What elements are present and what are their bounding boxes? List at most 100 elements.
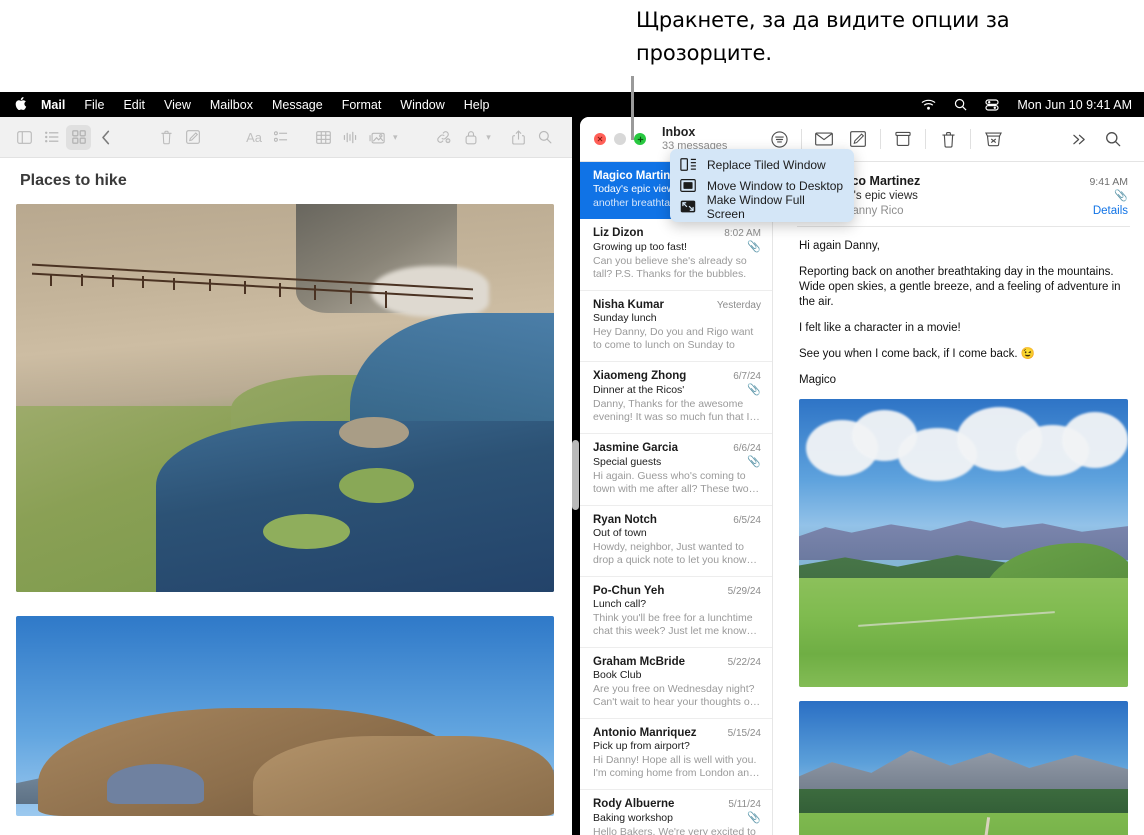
message-subject: Special guests (593, 456, 661, 468)
message-list-item[interactable]: Po-Chun Yeh 5/29/24 Lunch call? Think yo… (580, 577, 772, 648)
menubar-clock[interactable]: Mon Jun 10 9:41 AM (1017, 98, 1132, 112)
sidebar-icon[interactable] (12, 125, 37, 150)
message-sender: Jasmine Garcia (593, 442, 678, 454)
media-chevron-down-icon[interactable]: ▾ (393, 132, 398, 143)
message-date: 6/7/24 (733, 371, 761, 382)
menu-item-view[interactable]: View (164, 98, 191, 112)
replace-tiled-window-icon (680, 158, 698, 172)
details-link[interactable]: Details (1093, 205, 1128, 217)
link-icon[interactable] (431, 125, 456, 150)
menu-item-format[interactable]: Format (342, 98, 382, 112)
message-list-item[interactable]: Rody Albuerne 5/11/24 Baking workshop 📎 … (580, 790, 772, 835)
maximize-button[interactable] (634, 133, 646, 145)
trash-icon[interactable] (154, 125, 179, 150)
message-preview: Can you believe she's already so tall? P… (593, 255, 761, 281)
message-preview: Hi again. Guess who's coming to town wit… (593, 470, 761, 496)
menu-item-replace-tiled-window[interactable]: Replace Tiled Window (670, 154, 854, 175)
message-sender: Graham McBride (593, 656, 685, 668)
junk-icon[interactable] (976, 125, 1010, 153)
menu-item-message[interactable]: Message (272, 98, 323, 112)
window-resize-handle[interactable] (572, 440, 579, 510)
lock-chevron-down-icon[interactable]: ▾ (486, 132, 491, 143)
body-paragraph: See you when I come back, if I come back… (799, 347, 1130, 362)
attachment-icon: 📎 (1114, 189, 1128, 202)
message-subject: Book Club (593, 669, 641, 681)
menu-item-help[interactable]: Help (464, 98, 490, 112)
mail-main-area: Magico Martinez 9:41 AM Today's epic vie… (580, 162, 1144, 835)
search-icon[interactable] (954, 98, 967, 111)
format-text-icon[interactable]: Aa (242, 125, 267, 150)
message-body: Hi again Danny, Reporting back on anothe… (773, 227, 1144, 388)
body-paragraph: Magico (799, 373, 1130, 388)
compose-note-icon[interactable] (181, 125, 206, 150)
body-paragraph: Reporting back on another breathtaking d… (799, 265, 1130, 310)
search-icon[interactable] (533, 125, 558, 150)
window-options-menu[interactable]: Replace Tiled Window Move Window to Desk… (670, 149, 854, 222)
message-preview: Hello Bakers, We're very excited to have… (593, 826, 761, 835)
message-subject: Growing up too fast! (593, 241, 687, 253)
share-icon[interactable] (506, 125, 531, 150)
message-subject: Pick up from airport? (593, 740, 690, 752)
more-icon[interactable] (1062, 125, 1096, 153)
notes-toolbar: Aa ▾ ▾ (0, 117, 572, 158)
message-preview: Howdy, neighbor, Just wanted to drop a q… (593, 541, 761, 567)
message-list-item[interactable]: Liz Dizon 8:02 AM Growing up too fast! 📎… (580, 219, 772, 291)
gallery-view-icon[interactable] (66, 125, 91, 150)
message-list-item[interactable]: Xiaomeng Zhong 6/7/24 Dinner at the Rico… (580, 362, 772, 434)
apple-icon[interactable] (14, 96, 27, 114)
menu-item-edit[interactable]: Edit (123, 98, 145, 112)
list-view-icon[interactable] (39, 125, 64, 150)
message-preview: Think you'll be free for a lunchtime cha… (593, 612, 761, 638)
message-subject: Baking workshop (593, 812, 673, 824)
archive-icon[interactable] (886, 125, 920, 153)
message-list-item[interactable]: Jasmine Garcia 6/6/24 Special guests 📎 H… (580, 434, 772, 506)
back-icon[interactable] (93, 125, 118, 150)
message-sender: Nisha Kumar (593, 299, 664, 311)
table-icon[interactable] (311, 125, 336, 150)
audio-icon[interactable] (338, 125, 363, 150)
menu-item-label: Replace Tiled Window (707, 158, 826, 172)
menu-item-label: Make Window Full Screen (707, 193, 844, 221)
message-list-item[interactable]: Antonio Manriquez 5/15/24 Pick up from a… (580, 719, 772, 790)
message-reading-pane: Magico Martinez 9:41 AM Today's epic vie… (773, 162, 1144, 835)
notes-content: Places to hike (0, 158, 572, 835)
callout-text: Щракнете, за да видите опции за прозорци… (636, 4, 1056, 70)
wifi-icon[interactable] (921, 99, 936, 111)
close-button[interactable] (594, 133, 606, 145)
search-icon[interactable] (1096, 125, 1130, 153)
menu-item-mail[interactable]: Mail (41, 98, 65, 112)
media-icon[interactable] (365, 125, 390, 150)
attachment-icon: 📎 (747, 383, 761, 396)
message-sender: Ryan Notch (593, 514, 657, 526)
message-sender: Po-Chun Yeh (593, 585, 664, 597)
river-canyon-photo[interactable] (16, 204, 554, 592)
message-list[interactable]: Magico Martinez 9:41 AM Today's epic vie… (580, 162, 773, 835)
message-date: 5/15/24 (728, 728, 761, 739)
message-sender: Rody Albuerne (593, 798, 674, 810)
minimize-button[interactable] (614, 133, 626, 145)
alpine-meadow-photo[interactable] (799, 399, 1128, 687)
message-preview: Danny, Thanks for the awesome evening! I… (593, 398, 761, 424)
menu-item-make-window-full-screen[interactable]: Make Window Full Screen (670, 196, 854, 217)
menu-item-mailbox[interactable]: Mailbox (210, 98, 253, 112)
delete-icon[interactable] (931, 125, 965, 153)
macos-menu-bar: Mail File Edit View Mailbox Message Form… (0, 92, 1144, 117)
desert-arch-photo[interactable] (16, 616, 554, 816)
message-list-item[interactable]: Ryan Notch 6/5/24 Out of town Howdy, nei… (580, 506, 772, 577)
control-center-icon[interactable] (985, 99, 999, 111)
notes-window: Aa ▾ ▾ (0, 117, 572, 835)
mountain-trail-photo[interactable] (799, 701, 1128, 835)
attachment-icon: 📎 (747, 455, 761, 468)
message-preview: Are you free on Wednesday night? Can't w… (593, 683, 761, 709)
message-list-item[interactable]: Nisha Kumar Yesterday Sunday lunch Hey D… (580, 291, 772, 362)
attachment-icon: 📎 (747, 811, 761, 824)
message-subject: Lunch call? (593, 598, 646, 610)
message-subject: Out of town (593, 527, 647, 539)
note-title: Places to hike (20, 172, 556, 190)
lock-icon[interactable] (458, 125, 483, 150)
checklist-icon[interactable] (269, 125, 294, 150)
menu-item-window[interactable]: Window (400, 98, 444, 112)
message-date: 6/6/24 (733, 443, 761, 454)
menu-item-file[interactable]: File (84, 98, 104, 112)
message-list-item[interactable]: Graham McBride 5/22/24 Book Club Are you… (580, 648, 772, 719)
